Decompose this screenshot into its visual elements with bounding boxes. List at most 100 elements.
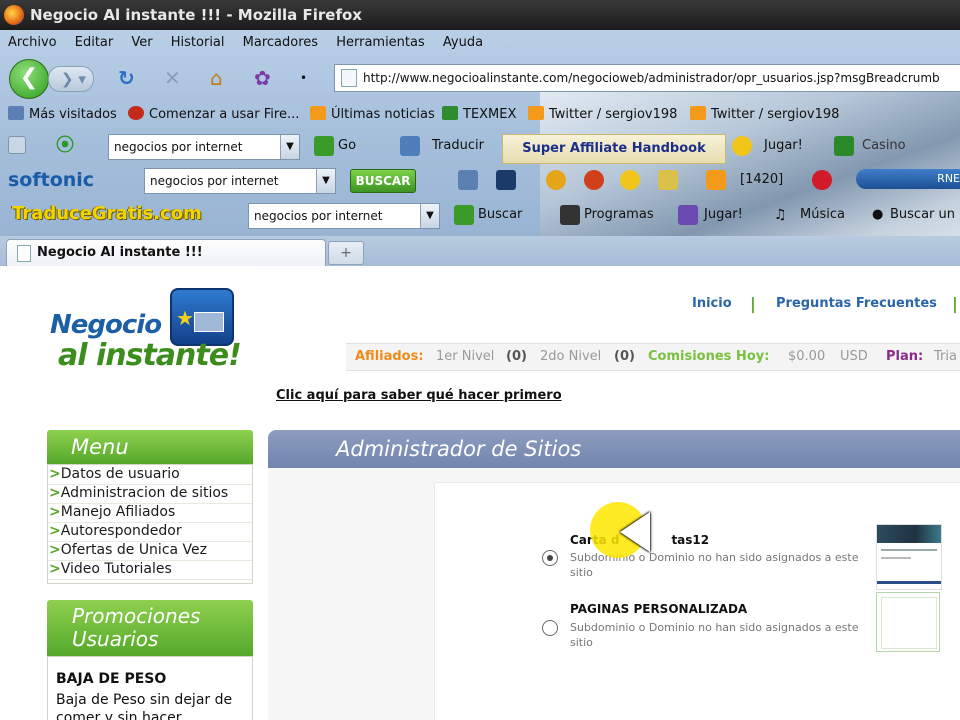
site-radio-1[interactable] xyxy=(542,550,558,566)
search-combo-3-value: negocios por internet xyxy=(254,209,383,223)
menu-item-video[interactable]: >Video Tutoriales xyxy=(48,560,252,580)
toolbar-icon-6[interactable] xyxy=(658,170,678,190)
navigation-toolbar: ❮ ❯ ▾ ↻ ✕ ⌂ ✿ • http://www.negocioalinst… xyxy=(0,58,960,99)
menu-item-afiliados[interactable]: >Manejo Afiliados xyxy=(48,503,252,523)
super-affiliate-button[interactable]: Super Affiliate Handbook xyxy=(502,134,726,164)
menu-item-administracion[interactable]: >Administracion de sitios xyxy=(48,484,252,504)
chevron-down-icon[interactable]: ▼ xyxy=(420,204,439,228)
promo-item-text: Baja de Peso sin dejar de comer y sin ha… xyxy=(56,692,233,720)
radio-player[interactable]: RNE xyxy=(856,169,960,189)
nav-preguntas[interactable]: Preguntas Frecuentes xyxy=(776,296,937,311)
stats-bar: Afiliados: 1er Nivel (0) 2do Nivel (0) C… xyxy=(346,343,960,371)
play-button[interactable]: Jugar! xyxy=(764,134,803,158)
buscar-un-button[interactable]: Buscar un xyxy=(890,203,955,227)
window-titlebar: Negocio Al instante !!! - Mozilla Firefo… xyxy=(0,0,960,30)
jugar-button[interactable]: Jugar! xyxy=(704,203,743,227)
addon-icon[interactable]: ✿ xyxy=(254,66,271,90)
search-combo-1-value: negocios por internet xyxy=(114,140,243,154)
address-bar[interactable]: http://www.negocioalinstante.com/negocio… xyxy=(334,64,960,92)
traducegratis-logo: TraduceGratis.com xyxy=(12,203,202,224)
bookmark-mas-visitados[interactable]: Más visitados xyxy=(8,102,117,128)
search-toolbar-3: TraduceGratis.com negocios por internet … xyxy=(0,200,960,230)
musica-button[interactable]: Música xyxy=(800,203,845,227)
nav-separator: | xyxy=(952,294,958,313)
smiley-icon[interactable] xyxy=(732,136,752,156)
back-button[interactable]: ❮ xyxy=(9,59,49,99)
promo-title-1: Promociones xyxy=(72,604,201,628)
mouse-cursor-icon xyxy=(620,512,650,552)
translate-icon[interactable] xyxy=(400,136,420,156)
site-radio-2[interactable] xyxy=(542,620,558,636)
bookmark-texmex[interactable]: TEXMEX xyxy=(442,102,516,128)
search-combo-2[interactable]: negocios por internet ▼ xyxy=(144,168,336,194)
rss-icon[interactable] xyxy=(706,170,726,190)
chevron-down-icon[interactable]: ▼ xyxy=(280,135,299,159)
toolbar-dot: • xyxy=(300,71,308,85)
translate-button[interactable]: Traducir xyxy=(432,134,484,158)
bookmark-ultimas-noticias[interactable]: Últimas noticias xyxy=(310,102,435,128)
menu-herramientas[interactable]: Herramientas xyxy=(336,35,425,50)
toolbar-icon-3[interactable] xyxy=(546,170,566,190)
home-icon[interactable]: ⌂ xyxy=(210,66,223,90)
search-combo-3[interactable]: negocios por internet ▼ xyxy=(248,203,440,229)
tab-negocio[interactable]: Negocio Al instante !!! xyxy=(6,239,326,266)
address-url: http://www.negocioalinstante.com/negocio… xyxy=(363,71,940,85)
new-tab-button[interactable]: + xyxy=(328,241,364,265)
toolbar-icon-4[interactable] xyxy=(584,170,604,190)
stats-afiliados: Afiliados: xyxy=(355,349,424,364)
menu-item-ofertas[interactable]: >Ofertas de Unica Vez xyxy=(48,541,252,561)
search-combo-1[interactable]: negocios por internet ▼ xyxy=(108,134,300,160)
casino-icon[interactable] xyxy=(834,136,854,156)
menu-ver[interactable]: Ver xyxy=(131,35,152,50)
menu-item-datos[interactable]: >Datos de usuario xyxy=(48,465,252,485)
nav-inicio[interactable]: Inicio xyxy=(692,296,732,311)
promo-item-title[interactable]: BAJA DE PESO xyxy=(56,671,166,687)
tab-strip: Negocio Al instante !!! + xyxy=(0,236,960,266)
bookmark-twitter-2[interactable]: Twitter / sergiov198 xyxy=(690,102,839,128)
first-steps-link[interactable]: Clic aquí para saber qué hacer primero xyxy=(276,388,562,403)
hotbar-icon[interactable]: ⦿ xyxy=(56,134,74,158)
site-thumbnail-2[interactable] xyxy=(876,592,940,652)
stats-nivel2-count: (0) xyxy=(614,349,635,364)
go-arrow-icon[interactable] xyxy=(314,136,334,156)
search-toolbar-2: softonic negocios por internet ▼ BUSCAR … xyxy=(0,166,960,196)
bookmark-twitter-1[interactable]: Twitter / sergiov198 xyxy=(528,102,677,128)
site-thumbnail-1[interactable] xyxy=(876,524,942,590)
stop-icon[interactable]: ✕ xyxy=(164,66,181,90)
toolbar-icon-1[interactable] xyxy=(458,170,478,190)
plus-icon[interactable] xyxy=(8,136,26,154)
menu-editar[interactable]: Editar xyxy=(75,35,114,50)
bookmark-comenzar[interactable]: Comenzar a usar Fire... xyxy=(128,102,299,128)
search-arrow-icon[interactable] xyxy=(454,205,474,225)
game-icon[interactable] xyxy=(678,205,698,225)
promo-box: BAJA DE PESO Baja de Peso sin dejar de c… xyxy=(47,656,253,720)
menu-header: Menu xyxy=(47,430,253,464)
chevron-down-icon[interactable]: ▼ xyxy=(316,169,335,193)
reload-icon[interactable]: ↻ xyxy=(118,66,135,90)
window-title: Negocio Al instante !!! - Mozilla Firefo… xyxy=(30,6,362,24)
menu-item-autorespondedor[interactable]: >Autorespondedor xyxy=(48,522,252,542)
star-icon: ★ xyxy=(176,306,194,330)
traduce-buscar-button[interactable]: Buscar xyxy=(478,203,522,227)
menu-archivo[interactable]: Archivo xyxy=(8,35,57,50)
firefox-bookmark-icon xyxy=(128,106,144,120)
site-name-2[interactable]: PAGINAS PERSONALIZADA xyxy=(570,602,747,616)
search-mini-icon[interactable]: ● xyxy=(872,203,883,227)
promo-title-2: Usuarios xyxy=(72,627,159,651)
menu-marcadores[interactable]: Marcadores xyxy=(243,35,318,50)
toolbar-icon-5[interactable] xyxy=(620,170,640,190)
menu-historial[interactable]: Historial xyxy=(171,35,225,50)
music-note-icon[interactable]: ♫ xyxy=(774,203,787,227)
forward-button[interactable]: ❯ ▾ xyxy=(48,66,94,92)
heart-icon[interactable] xyxy=(812,170,832,190)
menu-ayuda[interactable]: Ayuda xyxy=(443,35,483,50)
card-icon xyxy=(194,312,224,332)
toolbar-icon-2[interactable] xyxy=(496,170,516,190)
floppy-icon[interactable] xyxy=(560,205,580,225)
softonic-buscar-button[interactable]: BUSCAR xyxy=(350,169,416,193)
programas-button[interactable]: Programas xyxy=(584,203,654,227)
casino-button[interactable]: Casino xyxy=(862,134,906,158)
side-menu: >Datos de usuario >Administracion de sit… xyxy=(47,464,253,584)
site-logo[interactable]: ★ Negocio al instante! xyxy=(50,288,260,378)
go-button[interactable]: Go xyxy=(338,134,356,158)
